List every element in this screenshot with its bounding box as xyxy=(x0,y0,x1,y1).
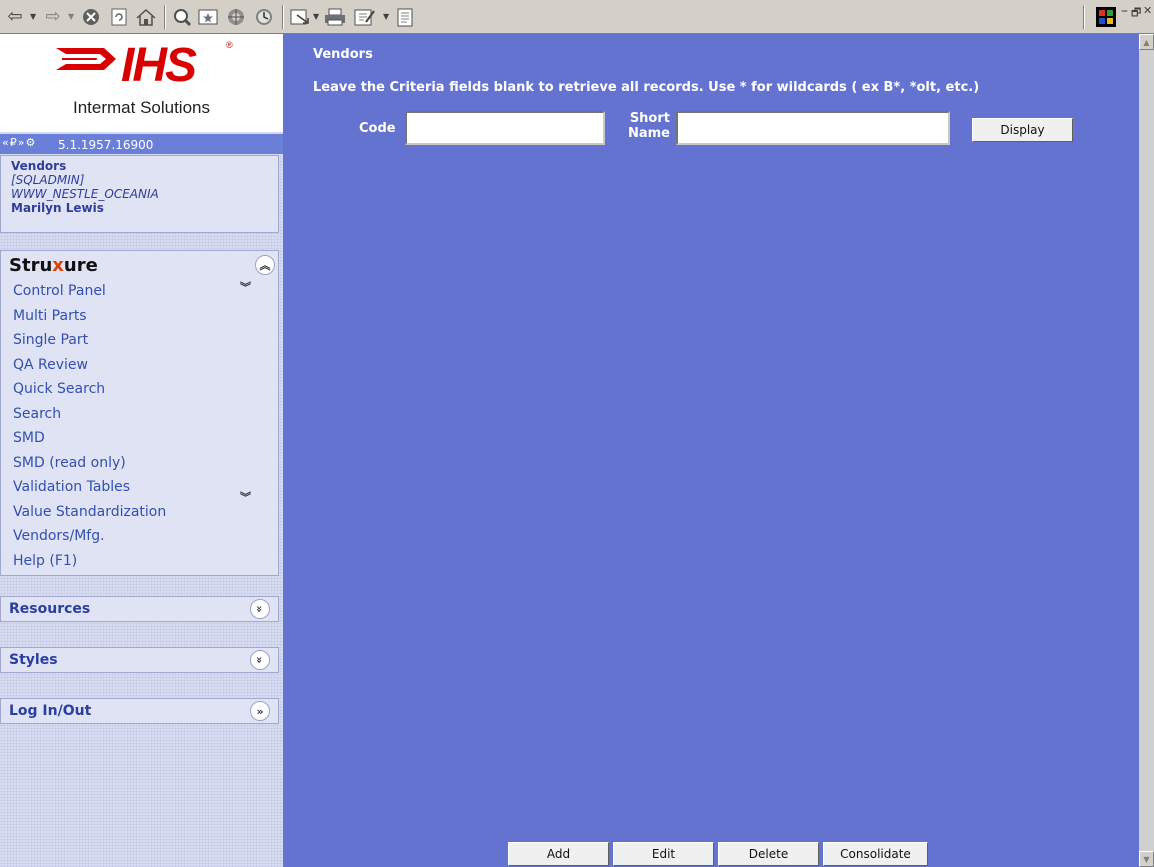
menu-item-help[interactable]: Help (F1) xyxy=(13,549,166,574)
consolidate-button[interactable]: Consolidate xyxy=(823,842,928,866)
menu-item-control-panel[interactable]: Control Panel xyxy=(13,279,166,304)
toolbar-separator xyxy=(1083,5,1085,29)
favorites-icon[interactable] xyxy=(196,5,220,29)
refresh-icon[interactable] xyxy=(108,5,130,29)
page-title: Vendors xyxy=(313,47,373,62)
home-icon[interactable] xyxy=(134,5,158,29)
menu-item-quick-search[interactable]: Quick Search xyxy=(13,377,166,402)
user-info-panel: Vendors [SQLADMIN] WWW_NESTLE_OCEANIA Ma… xyxy=(0,155,279,233)
discuss-icon[interactable] xyxy=(394,5,418,29)
expand-down-icon[interactable]: » xyxy=(250,650,270,670)
short-name-input[interactable] xyxy=(676,111,950,145)
short-name-label: Short Name xyxy=(627,111,670,141)
menu-item-smd[interactable]: SMD xyxy=(13,426,166,451)
forward-dropdown-icon[interactable]: ▼ xyxy=(68,12,74,21)
version-text: 5.1.1957.16900 xyxy=(58,138,154,152)
restore-icon[interactable]: 🗗 xyxy=(1131,4,1141,23)
logo-registered-mark: ® xyxy=(226,40,233,50)
search-icon[interactable] xyxy=(170,5,194,29)
nav-toggle-icons[interactable]: «₽»⚙ xyxy=(2,136,36,149)
delete-button[interactable]: Delete xyxy=(718,842,819,866)
edit-dropdown-icon[interactable]: ▼ xyxy=(383,12,389,21)
section-log-in-out-label: Log In/Out xyxy=(9,703,92,719)
expand-right-icon[interactable]: » xyxy=(250,701,270,721)
toolbar-separator xyxy=(282,5,284,29)
menu-item-vendors-mfg[interactable]: Vendors/Mfg. xyxy=(13,524,166,549)
section-log-in-out[interactable]: Log In/Out » xyxy=(0,698,279,724)
version-bar: «₽»⚙ 5.1.1957.16900 xyxy=(0,134,283,154)
user-name: Marilyn Lewis xyxy=(11,201,104,215)
mail-dropdown-icon[interactable]: ▼ xyxy=(313,12,319,21)
logo-subtitle: Intermat Solutions xyxy=(72,98,210,117)
section-styles[interactable]: Styles » xyxy=(0,647,279,673)
media-icon[interactable] xyxy=(224,5,248,29)
print-icon[interactable] xyxy=(322,5,348,29)
menu-item-single-part[interactable]: Single Part xyxy=(13,328,166,353)
windows-logo-icon xyxy=(1096,7,1116,27)
menu-item-qa-review[interactable]: QA Review xyxy=(13,353,166,378)
database-name: WWW_NESTLE_OCEANIA xyxy=(11,187,159,201)
vertical-scrollbar[interactable]: ▲ ▼ xyxy=(1139,34,1154,867)
scroll-up-arrow-icon[interactable]: ▲ xyxy=(1139,34,1154,50)
back-dropdown-icon[interactable]: ▼ xyxy=(30,12,36,21)
display-button[interactable]: Display xyxy=(972,118,1073,142)
close-icon[interactable]: ✕ xyxy=(1143,4,1152,17)
menu-item-validation-tables[interactable]: Validation Tables xyxy=(13,475,166,500)
code-input[interactable] xyxy=(405,111,605,145)
expand-down-icon[interactable]: » xyxy=(250,599,270,619)
struxure-menu-panel: Struxure ︽ ︾ ︾ Control Panel Multi Parts… xyxy=(0,250,279,576)
logo-arrows-icon xyxy=(56,48,116,70)
browser-toolbar: ⇦ ▼ ⇨ ▼ ▼ ▼ – 🗗 ✕ xyxy=(0,0,1154,34)
stop-icon[interactable] xyxy=(80,5,102,29)
section-styles-label: Styles xyxy=(9,652,58,668)
struxure-menu-list: Control Panel Multi Parts Single Part QA… xyxy=(13,279,166,573)
menu-item-multi-parts[interactable]: Multi Parts xyxy=(13,304,166,329)
user-role: [SQLADMIN] xyxy=(11,173,85,187)
current-page-label: Vendors xyxy=(11,159,67,173)
scroll-down-chevron-icon[interactable]: ︾ xyxy=(240,279,251,295)
menu-item-search[interactable]: Search xyxy=(13,402,166,427)
struxure-title: Struxure xyxy=(9,255,98,276)
logo-area: IHS ® Intermat Solutions xyxy=(0,34,283,132)
logo-text: IHS xyxy=(121,39,197,92)
scroll-down-arrow-icon[interactable]: ▼ xyxy=(1139,851,1154,867)
scroll-down-chevron-icon[interactable]: ︾ xyxy=(240,489,251,505)
edit-button[interactable]: Edit xyxy=(613,842,714,866)
add-button[interactable]: Add xyxy=(508,842,609,866)
minimize-icon[interactable]: – xyxy=(1121,3,1128,19)
section-resources[interactable]: Resources » xyxy=(0,596,279,622)
edit-icon[interactable] xyxy=(352,5,378,29)
menu-item-smd-read-only[interactable]: SMD (read only) xyxy=(13,451,166,476)
collapse-up-icon[interactable]: ︽ xyxy=(255,255,275,275)
toolbar-separator xyxy=(164,5,166,29)
code-label: Code xyxy=(359,121,396,136)
section-resources-label: Resources xyxy=(9,601,91,617)
mail-icon[interactable] xyxy=(288,5,312,29)
main-content: Vendors Leave the Criteria fields blank … xyxy=(283,34,1139,867)
sidebar: IHS ® Intermat Solutions «₽»⚙ 5.1.1957.1… xyxy=(0,34,283,867)
instructions-text: Leave the Criteria fields blank to retri… xyxy=(313,80,980,95)
history-icon[interactable] xyxy=(252,5,276,29)
back-arrow-icon[interactable]: ⇦ xyxy=(4,5,26,29)
forward-arrow-icon[interactable]: ⇨ xyxy=(42,5,64,29)
menu-item-value-standardization[interactable]: Value Standardization xyxy=(13,500,166,525)
